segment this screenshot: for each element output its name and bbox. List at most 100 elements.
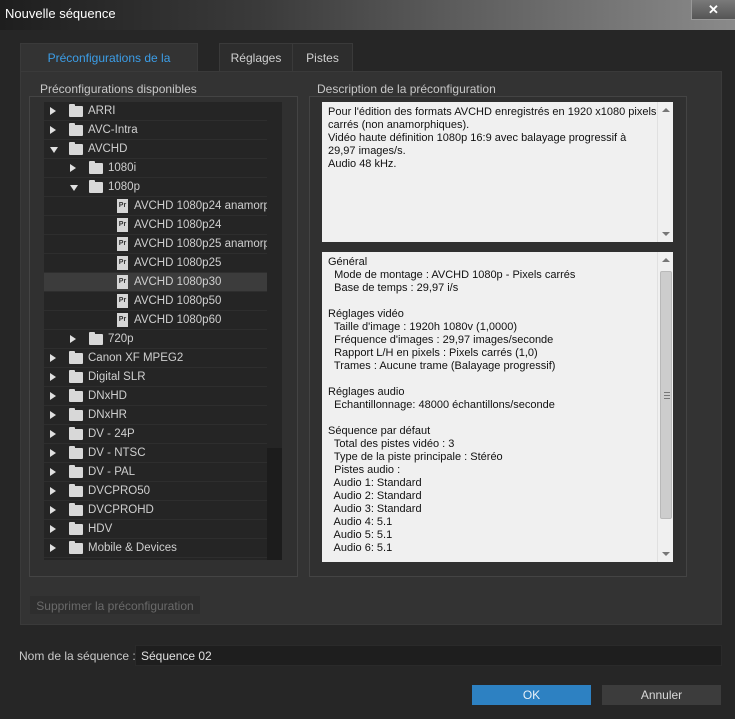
tab-settings[interactable]: Réglages	[219, 43, 293, 71]
description-scrollbar[interactable]	[657, 102, 673, 242]
scroll-up-icon[interactable]	[662, 108, 670, 112]
chevron-right-icon[interactable]	[50, 392, 56, 400]
scroll-down-icon[interactable]	[662, 552, 670, 556]
tree-folder-row[interactable]: Digital SLR	[44, 368, 267, 387]
folder-icon	[69, 142, 83, 155]
folder-icon	[89, 332, 103, 345]
tree-folder-row[interactable]: HDV	[44, 520, 267, 539]
folder-icon	[69, 123, 83, 136]
tree-folder-row[interactable]: DNxHR	[44, 406, 267, 425]
tree-item-label: 1080i	[108, 162, 137, 174]
tree-item-label: Digital SLR	[88, 371, 146, 383]
chevron-right-icon[interactable]	[50, 373, 56, 381]
scroll-down-icon[interactable]	[662, 232, 670, 236]
tree-folder-row[interactable]: DVCPROHD	[44, 501, 267, 520]
tree-folder-row[interactable]: AVC-Intra	[44, 121, 267, 140]
tree-preset-row[interactable]: Pr AVCHD 1080p30	[44, 273, 267, 292]
tree-item-label: DVCPROHD	[88, 504, 154, 516]
tree-item-label: DVCPRO50	[88, 485, 150, 497]
scroll-thumb[interactable]	[267, 448, 282, 560]
details-text: Général Mode de montage : AVCHD 1080p - …	[328, 256, 576, 554]
tree-folder-row[interactable]: AVCHD	[44, 140, 267, 159]
tab-tracks[interactable]: Pistes	[292, 43, 353, 71]
tree-preset-row[interactable]: Pr AVCHD 1080p25	[44, 254, 267, 273]
scroll-up-icon[interactable]	[662, 258, 670, 262]
sequence-name-label: Nom de la séquence :	[19, 649, 136, 663]
folder-icon	[69, 522, 83, 535]
tree-folder-row[interactable]: DV - NTSC	[44, 444, 267, 463]
tree-folder-row[interactable]: 720p	[44, 330, 267, 349]
available-presets-label: Préconfigurations disponibles	[37, 82, 200, 96]
tree-preset-row[interactable]: Pr AVCHD 1080p24 anamorp.	[44, 197, 273, 216]
tree-item-label: AVC-Intra	[88, 124, 138, 136]
folder-icon	[69, 408, 83, 421]
chevron-right-icon[interactable]	[50, 126, 56, 134]
chevron-right-icon[interactable]	[50, 544, 56, 552]
tree-folder-row[interactable]: Canon XF MPEG2	[44, 349, 267, 368]
chevron-right-icon[interactable]	[50, 487, 56, 495]
tree-folder-row[interactable]: DVCPRO50	[44, 482, 267, 501]
ok-button[interactable]: OK	[472, 685, 591, 705]
preset-file-icon: Pr	[117, 294, 128, 308]
chevron-right-icon[interactable]	[50, 354, 56, 362]
folder-icon	[89, 161, 103, 174]
tab-sequence-presets[interactable]: Préconfigurations de la séquence	[20, 43, 198, 93]
tree-item-label: AVCHD 1080p50	[134, 295, 222, 307]
preset-description-label: Description de la préconfiguration	[314, 82, 499, 96]
scroll-thumb[interactable]	[660, 271, 672, 519]
preset-file-icon: Pr	[117, 199, 128, 213]
chevron-right-icon[interactable]	[50, 449, 56, 457]
tree-item-label: AVCHD 1080p25 anamorp.	[134, 238, 274, 250]
tree-item-label: AVCHD	[88, 143, 128, 155]
chevron-right-icon[interactable]	[70, 164, 76, 172]
tree-folder-row[interactable]: ARRI	[44, 102, 267, 121]
tree-folder-row[interactable]: 1080i	[44, 159, 267, 178]
preset-file-icon: Pr	[117, 218, 128, 232]
tree-folder-row[interactable]: DV - PAL	[44, 463, 267, 482]
tree-item-label: HDV	[88, 523, 113, 535]
preset-tree-scrollbar[interactable]	[267, 102, 282, 560]
chevron-down-icon[interactable]	[50, 147, 58, 153]
chevron-right-icon[interactable]	[50, 411, 56, 419]
chevron-right-icon[interactable]	[50, 107, 56, 115]
folder-icon	[69, 104, 83, 117]
tree-folder-row[interactable]: Mobile & Devices	[44, 539, 267, 558]
chevron-right-icon[interactable]	[50, 468, 56, 476]
tree-item-label: AVCHD 1080p24	[134, 219, 222, 231]
description-text-panel[interactable]: Pour l'édition des formats AVCHD enregis…	[322, 102, 673, 242]
chevron-right-icon[interactable]	[50, 430, 56, 438]
tree-item-label: 720p	[108, 333, 134, 345]
details-scrollbar[interactable]	[657, 252, 673, 562]
tree-folder-row[interactable]: DV - 24P	[44, 425, 267, 444]
tree-item-label: AVCHD 1080p25	[134, 257, 222, 269]
preset-file-icon: Pr	[117, 256, 128, 270]
tree-folder-row[interactable]: 1080p	[44, 178, 267, 197]
cancel-button[interactable]: Annuler	[602, 685, 721, 705]
folder-icon	[69, 351, 83, 364]
grip-line	[664, 392, 670, 393]
close-icon[interactable]: ✕	[691, 0, 735, 20]
tree-item-label: DV - 24P	[88, 428, 135, 440]
tree-item-label: 1080p	[108, 181, 140, 193]
chevron-right-icon[interactable]	[50, 525, 56, 533]
delete-preset-button[interactable]: Supprimer la préconfiguration	[29, 595, 201, 615]
tree-preset-row[interactable]: Pr AVCHD 1080p24	[44, 216, 267, 235]
tree-item-label: Mobile & Devices	[88, 542, 177, 554]
folder-icon	[69, 503, 83, 516]
window-title: Nouvelle séquence	[5, 6, 116, 21]
chevron-right-icon[interactable]	[50, 506, 56, 514]
tree-folder-row[interactable]: DNxHD	[44, 387, 267, 406]
tree-preset-row[interactable]: Pr AVCHD 1080p50	[44, 292, 267, 311]
tree-item-label: AVCHD 1080p60	[134, 314, 222, 326]
details-text-panel[interactable]: Général Mode de montage : AVCHD 1080p - …	[322, 252, 673, 562]
folder-icon	[89, 180, 103, 193]
tree-preset-row[interactable]: Pr AVCHD 1080p60	[44, 311, 267, 330]
tree-preset-row[interactable]: Pr AVCHD 1080p25 anamorp.	[44, 235, 273, 254]
tree-item-label: ARRI	[88, 105, 116, 117]
folder-icon	[69, 370, 83, 383]
sequence-name-input[interactable]	[135, 645, 722, 666]
chevron-right-icon[interactable]	[70, 335, 76, 343]
preset-tree[interactable]: ARRI AVC-Intra AVCHD 1080i 1080p Pr AVCHD 1080…	[44, 102, 282, 560]
description-text: Pour l'édition des formats AVCHD enregis…	[328, 106, 657, 170]
chevron-down-icon[interactable]	[70, 185, 78, 191]
